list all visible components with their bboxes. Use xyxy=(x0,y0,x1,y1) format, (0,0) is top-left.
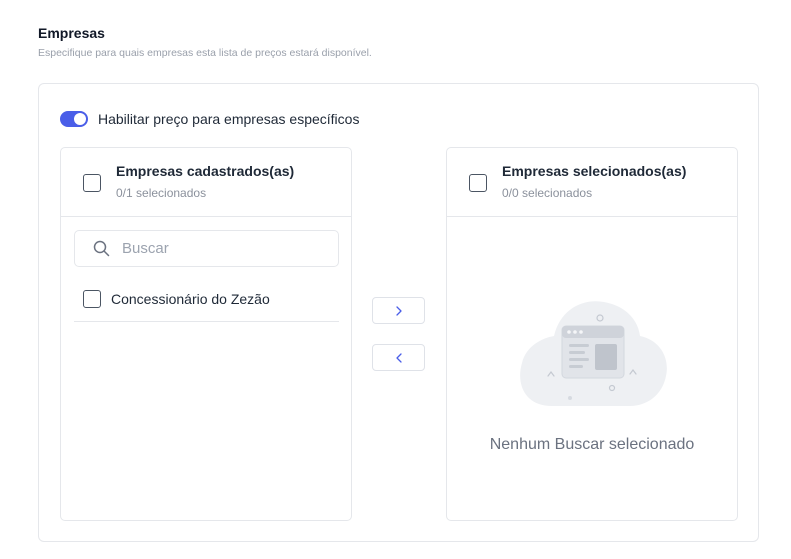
target-select-all-checkbox[interactable] xyxy=(469,174,487,192)
section-description: Especifique para quais empresas esta lis… xyxy=(38,47,372,59)
source-select-all-checkbox[interactable] xyxy=(83,174,101,192)
list-item[interactable]: Concessionário do Zezão xyxy=(74,276,339,322)
target-panel-count: 0/0 selecionados xyxy=(502,186,593,200)
chevron-left-icon xyxy=(395,352,402,363)
companies-card: Habilitar preço para empresas específico… xyxy=(38,83,759,542)
chevron-right-icon xyxy=(395,305,402,316)
toggle-label: Habilitar preço para empresas específico… xyxy=(98,111,360,127)
source-panel-count: 0/1 selecionados xyxy=(116,186,207,200)
source-panel-header: Empresas cadastrados(as) 0/1 selecionado… xyxy=(61,148,351,217)
list-item-checkbox[interactable] xyxy=(83,289,101,308)
move-to-selected-button[interactable] xyxy=(372,297,425,324)
enable-specific-companies-row: Habilitar preço para empresas específico… xyxy=(60,111,359,127)
target-panel-title: Empresas selecionados(as) xyxy=(502,163,687,179)
source-panel: Empresas cadastrados(as) 0/1 selecionado… xyxy=(60,147,352,521)
target-panel: Empresas selecionados(as) 0/0 selecionad… xyxy=(446,147,738,521)
empty-state-text: Nenhum Buscar selecionado xyxy=(489,436,695,453)
search-icon xyxy=(93,240,110,257)
move-to-source-button[interactable] xyxy=(372,344,425,371)
toggle-knob xyxy=(74,113,86,125)
empty-browser-illustration xyxy=(520,301,667,406)
enable-specific-companies-toggle[interactable] xyxy=(60,111,88,127)
list-item-label: Concessionário do Zezão xyxy=(111,290,270,307)
section-title: Empresas xyxy=(38,25,105,41)
source-search-box[interactable] xyxy=(74,230,339,267)
target-panel-header: Empresas selecionados(as) 0/0 selecionad… xyxy=(447,148,737,217)
source-panel-title: Empresas cadastrados(as) xyxy=(116,163,295,179)
source-search-input[interactable] xyxy=(122,240,322,257)
